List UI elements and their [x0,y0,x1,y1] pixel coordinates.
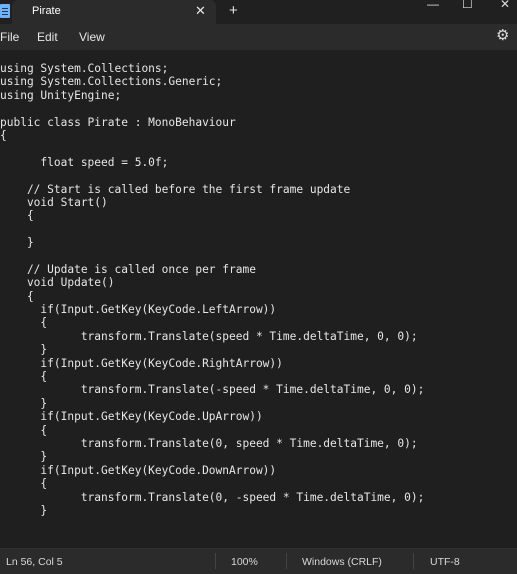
code-line: transform.Translate(speed * Time.deltaTi… [0,329,418,343]
code-line: void Update() [0,276,115,290]
close-window-icon[interactable]: ✕ [500,0,510,11]
code-line: } [0,450,48,464]
code-line: } [0,396,48,410]
tab-close-icon[interactable]: ✕ [195,3,206,19]
status-divider [413,553,414,569]
code-line: if(Input.GetKey(KeyCode.UpArrow)) [0,410,263,424]
status-bar: Ln 56, Col 5 100% Windows (CRLF) UTF-8 [0,548,517,574]
menu-bar: File Edit View ⚙ [0,24,517,50]
code-line: if(Input.GetKey(KeyCode.RightArrow)) [0,356,283,370]
code-line: using System.Collections.Generic; [0,75,223,89]
menu-file[interactable]: File [0,30,19,44]
code-line: { [0,423,48,437]
encoding[interactable]: UTF-8 [430,556,460,568]
new-tab-icon[interactable]: + [229,2,238,20]
code-line: using System.Collections; [0,62,169,75]
code-line: transform.Translate(0, -speed * Time.del… [0,490,425,504]
notepad-app-icon [0,4,10,18]
tab-title: Pirate [32,5,61,17]
code-line: { [0,289,34,303]
code-line: transform.Translate(-speed * Time.deltaT… [0,383,425,397]
menu-edit[interactable]: Edit [37,30,58,44]
code-line: // Update is called once per frame [0,262,256,276]
line-ending[interactable]: Windows (CRLF) [302,556,382,568]
settings-gear-icon[interactable]: ⚙ [496,28,509,44]
code-line: transform.Translate(0, speed * Time.delt… [0,436,418,450]
code-line: { [0,316,48,330]
zoom-level[interactable]: 100% [231,556,258,568]
code-line: float speed = 5.0f; [0,155,169,169]
status-divider [215,553,216,569]
status-divider [286,553,287,569]
code-line: if(Input.GetKey(KeyCode.DownArrow)) [0,463,277,477]
code-line: using UnityEngine; [0,88,122,102]
code-line: void Start() [0,195,108,209]
code-line: // Start is called before the first fram… [0,182,351,196]
code-text[interactable]: using System.Collections; using System.Co… [0,62,424,517]
tab-pirate[interactable]: Pirate ✕ [12,0,216,24]
text-editor-area[interactable]: using System.Collections; using System.Co… [0,50,517,548]
cursor-position[interactable]: Ln 56, Col 5 [6,556,63,568]
code-line: { [0,209,34,223]
code-line: } [0,236,34,250]
code-line: { [0,128,7,142]
menu-view[interactable]: View [79,30,105,44]
code-line: { [0,477,48,491]
title-bar: Pirate ✕ + — ☐ ✕ [0,0,517,24]
minimize-icon[interactable]: — [427,0,439,11]
code-line: { [0,369,48,383]
code-line: if(Input.GetKey(KeyCode.LeftArrow)) [0,303,277,317]
code-line: } [0,343,48,357]
maximize-icon[interactable]: ☐ [462,0,473,11]
code-line: } [0,503,48,517]
code-line: public class Pirate : MonoBehaviour [0,115,236,129]
